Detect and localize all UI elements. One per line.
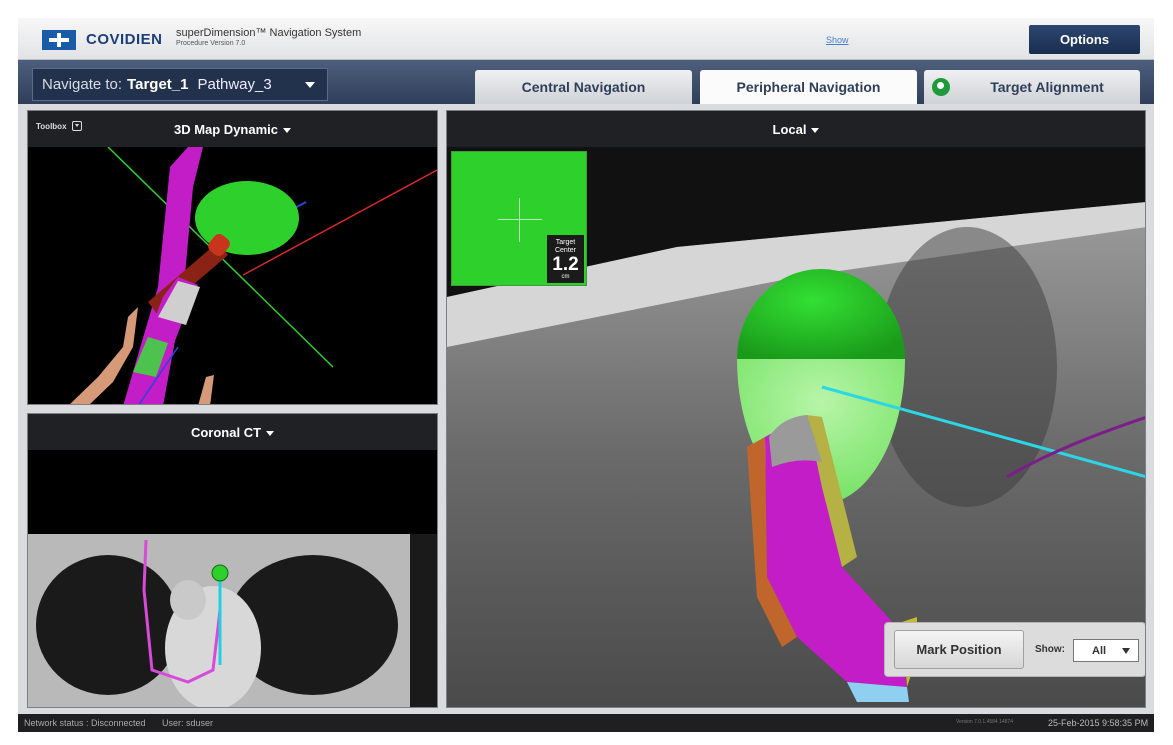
header-bar: COVIDIEN superDimension™ Navigation Syst…: [18, 18, 1154, 60]
current-user: User: sduser: [162, 718, 214, 728]
brand-name: COVIDIEN: [86, 31, 163, 48]
panel-title: 3D Map Dynamic: [173, 121, 279, 137]
toolbox-label: Toolbox: [36, 121, 67, 131]
crosshair-icon: [498, 219, 542, 220]
tab-target-alignment[interactable]: Target Alignment: [924, 70, 1140, 104]
target-alignment-icon: [932, 78, 950, 96]
app-version: Procedure Version 7.0: [176, 40, 246, 47]
chevron-down-icon: [305, 82, 315, 88]
local-view-panel: Local Target Center 1.2 cm Mark Position…: [446, 110, 1146, 708]
target-center-inset: Target Center 1.2 cm: [451, 151, 587, 286]
map-3d-view[interactable]: [28, 146, 437, 404]
coronal-ct-panel: Coronal CT: [27, 413, 438, 708]
show-label: Show:: [1035, 644, 1065, 655]
tab-central-navigation[interactable]: Central Navigation: [475, 70, 692, 104]
navigation-bar: Navigate to: Target_1 Pathway_3 Central …: [18, 60, 1154, 104]
date-time: 25-Feb-2015 9:58:35 PM: [1048, 718, 1149, 728]
coronal-ct-image: [28, 450, 437, 707]
target-label: Target: [555, 239, 576, 246]
toolbox-button[interactable]: Toolbox: [36, 121, 82, 131]
show-link[interactable]: Show: [826, 35, 849, 45]
chevron-down-icon: [283, 127, 292, 133]
panel-header[interactable]: Coronal CT: [28, 414, 437, 450]
tab-label: Target Alignment: [990, 79, 1104, 95]
navigate-to-dropdown[interactable]: Navigate to: Target_1 Pathway_3: [32, 68, 328, 101]
tab-peripheral-navigation[interactable]: Peripheral Navigation: [700, 70, 917, 104]
chevron-down-icon: [811, 127, 820, 133]
status-bar: Network status : Disconnected User: sdus…: [18, 714, 1154, 732]
target-distance-badge: Target Center 1.2 cm: [547, 235, 584, 283]
pathway-name: Pathway_3: [197, 76, 272, 93]
map-3d-scene: [28, 146, 437, 404]
chevron-down-icon: [266, 430, 275, 436]
target-distance-value: 1.2: [552, 254, 579, 275]
mark-position-control: Mark Position Show: All: [884, 622, 1145, 677]
chevron-down-icon: [1122, 648, 1130, 654]
version-text: Version 7.0.1.4584 14874: [956, 719, 1013, 725]
network-status: Network status : Disconnected: [24, 718, 146, 728]
show-select-value: All: [1092, 644, 1107, 657]
tab-label: Peripheral Navigation: [736, 79, 881, 95]
app-window: COVIDIEN superDimension™ Navigation Syst…: [18, 18, 1154, 732]
coronal-ct-view[interactable]: [28, 450, 437, 707]
target-name: Target_1: [127, 76, 189, 93]
panel-title: Local: [772, 121, 807, 137]
covidien-logo-icon: [42, 30, 76, 50]
mark-position-button[interactable]: Mark Position: [894, 630, 1024, 669]
tab-label: Central Navigation: [521, 79, 646, 95]
options-button[interactable]: Options: [1029, 25, 1140, 54]
panel-header[interactable]: Local: [447, 111, 1145, 147]
show-select[interactable]: All: [1073, 639, 1139, 662]
expand-icon: [71, 121, 82, 131]
panel-header[interactable]: 3D Map Dynamic: [28, 111, 437, 147]
panel-title: Coronal CT: [190, 424, 262, 440]
app-title: superDimension™ Navigation System: [176, 27, 362, 39]
map-3d-panel: 3D Map Dynamic Toolbox: [27, 110, 438, 405]
navigate-to-label: Navigate to:: [42, 76, 123, 93]
